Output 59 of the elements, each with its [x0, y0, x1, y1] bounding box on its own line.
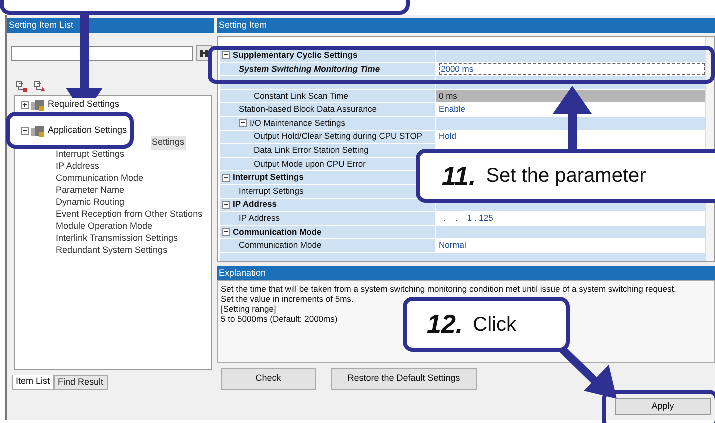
- explanation-text: 5 to 5000ms (Default: 2000ms): [221, 314, 338, 324]
- action-button[interactable]: Restore the Default Settings: [331, 368, 477, 390]
- tree-item[interactable]: Required Settings: [47, 98, 121, 112]
- collapse-all-icon[interactable]: [16, 81, 28, 92]
- binoculars-icon: [199, 48, 209, 58]
- step-number: 12.: [427, 308, 464, 341]
- pane-title: Setting Item: [217, 18, 715, 33]
- tree-item[interactable]: Communication Mode: [55, 172, 145, 186]
- explanation-title: Explanation: [217, 266, 715, 280]
- explanation-text: Set the time that will be taken from a system switching monitoring condition met until issue of a system switching request.: [221, 284, 676, 294]
- tree-item[interactable]: IP Address: [55, 160, 100, 174]
- group-label: IP Address: [233, 198, 277, 212]
- setting-label: Communication Mode: [239, 239, 322, 252]
- expand-icon[interactable]: [21, 101, 29, 109]
- group-label: Supplementary Cyclic Settings: [233, 48, 358, 62]
- setting-label: Station-based Block Data Assurance: [239, 103, 377, 116]
- action-button[interactable]: Check: [221, 368, 316, 390]
- tree-item[interactable]: Event Reception from Other Stations: [55, 208, 204, 222]
- tree-item[interactable]: Parameter Name: [55, 184, 126, 198]
- expand-all-icon[interactable]: [34, 81, 46, 92]
- explanation-text: Set the value in increments of 5ms.: [221, 294, 354, 304]
- collapse-icon[interactable]: [222, 228, 230, 236]
- callout-text: Set the parameter: [486, 164, 646, 189]
- collapse-icon[interactable]: [21, 127, 29, 135]
- collapse-icon[interactable]: [222, 174, 230, 182]
- tree-item[interactable]: Redundant System Settings: [55, 244, 169, 258]
- setting-label: Interrupt Settings: [239, 184, 304, 198]
- setting-label: Data Link Error Station Setting: [254, 144, 369, 157]
- setting-label: Constant Link Scan Time: [254, 90, 348, 102]
- setting-value[interactable]: 2000 ms: [439, 62, 705, 75]
- collapse-icon[interactable]: [222, 51, 230, 60]
- explanation-text: [Setting range]: [221, 304, 276, 314]
- tree-item[interactable]: Settings: [151, 136, 186, 150]
- collapse-icon[interactable]: [222, 200, 230, 209]
- tree-item[interactable]: Application Settings: [47, 124, 128, 138]
- folder-icon: [31, 100, 45, 110]
- tree-item[interactable]: Dynamic Routing: [55, 196, 126, 210]
- collapse-icon[interactable]: [239, 119, 247, 128]
- setting-label: System Switching Monitoring Time: [239, 62, 380, 76]
- group-label: Communication Mode: [233, 226, 322, 238]
- setting-label: Output Hold/Clear Setting during CPU STOP: [254, 130, 423, 144]
- tree-item[interactable]: Interlink Transmission Settings: [55, 232, 180, 246]
- callout-text: Click: [473, 312, 516, 338]
- group-label: Interrupt Settings: [233, 171, 304, 184]
- group-label: I/O Maintenance Settings: [250, 116, 346, 130]
- tab[interactable]: Find Result: [54, 375, 108, 390]
- tree-item[interactable]: Module Operation Mode: [55, 220, 154, 234]
- step-number: 11.: [442, 160, 476, 192]
- setting-label: Output Mode upon CPU Error: [254, 158, 366, 170]
- setting-label: IP Address: [239, 212, 280, 225]
- search-field[interactable]: [11, 46, 193, 60]
- tab[interactable]: Item List: [12, 375, 54, 390]
- setting-value[interactable]: Hold: [439, 130, 456, 144]
- apply-button[interactable]: Apply: [615, 398, 711, 415]
- setting-value[interactable]: . . 1 . 125: [439, 212, 494, 225]
- setting-value[interactable]: Normal: [439, 239, 466, 252]
- setting-value[interactable]: Enable: [439, 103, 466, 116]
- pane-title: Setting Item List: [7, 18, 214, 33]
- tree-item[interactable]: Interrupt Settings: [55, 148, 126, 162]
